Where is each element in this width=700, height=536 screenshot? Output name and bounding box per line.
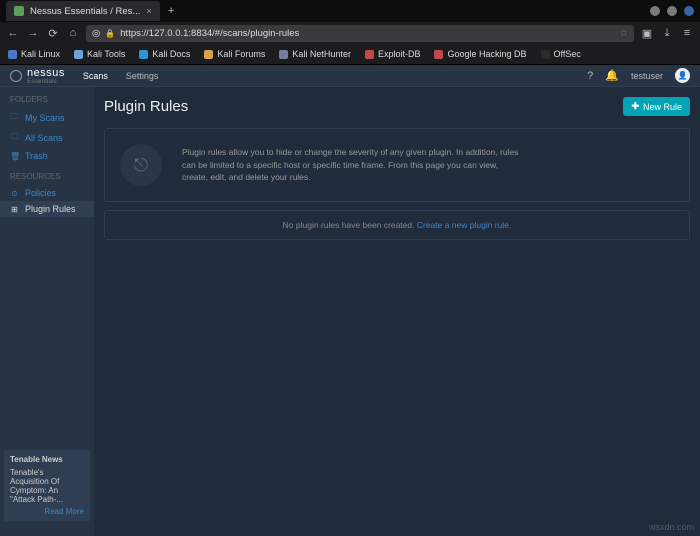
app-logo[interactable]: nessus Essentials [10,67,65,85]
lock-icon: 🔒 [105,29,115,38]
create-rule-link[interactable]: Create a new plugin rule. [417,220,512,230]
folder-icon: 🗀 [10,131,19,145]
sidebar-item-label: My Scans [25,113,65,123]
resources-heading: RESOURCES [0,164,94,185]
nav-scans[interactable]: Scans [83,71,108,81]
nav-settings[interactable]: Settings [126,71,159,81]
avatar[interactable]: 👤 [675,68,690,83]
bookmark-label: Google Hacking DB [447,49,526,59]
brand-name: nessus [27,67,65,79]
window-minimize-button[interactable] [650,6,660,16]
downloads-icon[interactable]: ⤓ [660,27,674,40]
window-controls [650,6,694,16]
bookmark-item[interactable]: Kali Tools [74,49,125,59]
sidebar-resource-item[interactable]: ⊞ Plugin Rules [0,201,94,217]
url-bar[interactable]: ◎ 🔒 https://127.0.0.1:8834/#/scans/plugi… [86,25,634,42]
sidebar-folder-item[interactable]: 🗀 All Scans [0,128,94,148]
forward-button[interactable]: → [26,27,40,39]
sidebar-resource-item[interactable]: ⊙ Policies [0,185,94,201]
resource-icon: ⊙ [10,189,19,198]
bookmark-label: Kali Forums [217,49,265,59]
news-read-more[interactable]: Read More [10,507,84,516]
window-maximize-button[interactable] [667,6,677,16]
sidebar-item-label: Policies [25,188,56,198]
bookmark-item[interactable]: Kali Docs [139,49,190,59]
new-rule-button[interactable]: ✚ New Rule [623,97,690,116]
bookmark-icon [204,50,213,59]
logo-mark-icon [10,70,22,82]
url-text: https://127.0.0.1:8834/#/scans/plugin-ru… [120,28,299,39]
home-button[interactable]: ⌂ [66,27,80,39]
bookmark-label: OffSec [554,49,581,59]
back-button[interactable]: ← [6,27,20,39]
info-box: ⎋ Plugin rules allow you to hide or chan… [104,128,690,202]
notifications-icon[interactable]: 🔔 [605,69,619,82]
shield-icon: ◎ [92,28,100,39]
bookmark-icon [541,50,550,59]
folder-icon: 🗑 [10,152,19,161]
tab-close-icon[interactable]: × [146,6,152,17]
news-title: Tenable's Acquisition Of Cymptom: An "At… [10,468,84,504]
sidebar-folder-item[interactable]: 🗀 My Scans [0,108,94,128]
page-title: Plugin Rules [104,98,188,115]
sidebar-item-label: Plugin Rules [25,204,76,214]
bookmark-label: Kali NetHunter [292,49,351,59]
folders-heading: FOLDERS [0,87,94,108]
bookmark-label: Kali Tools [87,49,125,59]
folder-icon: 🗀 [10,111,19,125]
new-rule-label: New Rule [643,102,682,112]
brand-sub: Essentials [27,78,65,85]
bookmark-item[interactable]: Kali NetHunter [279,49,351,59]
plugin-rules-icon: ⎋ [120,144,162,186]
bookmark-icon [279,50,288,59]
sidebar-folder-item[interactable]: 🗑 Trash [0,148,94,164]
bookmark-item[interactable]: Kali Forums [204,49,265,59]
empty-text: No plugin rules have been created. [283,220,417,230]
bookmark-label: Kali Linux [21,49,60,59]
bookmark-item[interactable]: Kali Linux [8,49,60,59]
browser-titlebar: Nessus Essentials / Res... × + [0,0,700,22]
save-page-icon[interactable]: ▣ [640,27,654,40]
sidebar: FOLDERS 🗀 My Scans 🗀 All Scans 🗑 Trash RESOUR… [0,87,94,536]
sidebar-item-label: All Scans [25,133,63,143]
app-body: FOLDERS 🗀 My Scans 🗀 All Scans 🗑 Trash RESOUR… [0,87,700,536]
main-content: Plugin Rules ✚ New Rule ⎋ Plugin rules a… [94,87,700,536]
news-card: Tenable News Tenable's Acquisition Of Cy… [4,450,90,521]
bookmark-star-icon[interactable]: ☆ [619,28,628,39]
watermark: wsxdn.com [649,522,694,532]
window-close-button[interactable] [684,6,694,16]
bookmark-icon [74,50,83,59]
bookmark-icon [365,50,374,59]
resource-icon: ⊞ [10,205,19,214]
bookmark-icon [139,50,148,59]
info-text: Plugin rules allow you to hide or change… [182,146,522,184]
tab-favicon [14,6,24,16]
page-head: Plugin Rules ✚ New Rule [104,97,690,116]
menu-icon[interactable]: ≡ [680,27,694,39]
browser-tab[interactable]: Nessus Essentials / Res... × [6,1,160,21]
bookmark-item[interactable]: Google Hacking DB [434,49,526,59]
plus-icon: ✚ [631,101,639,112]
new-tab-button[interactable]: + [168,5,174,17]
bookmark-icon [8,50,17,59]
empty-state: No plugin rules have been created. Creat… [104,210,690,240]
bookmark-icon [434,50,443,59]
news-heading: Tenable News [10,455,84,464]
help-icon[interactable]: ? [587,70,593,82]
browser-toolbar: ← → ⟳ ⌂ ◎ 🔒 https://127.0.0.1:8834/#/sca… [0,22,700,44]
bookmark-label: Exploit-DB [378,49,421,59]
bookmark-item[interactable]: Exploit-DB [365,49,421,59]
sidebar-item-label: Trash [25,151,48,161]
bookmarks-bar: Kali Linux Kali Tools Kali Docs Kali Forums… [0,44,700,65]
bookmark-item[interactable]: OffSec [541,49,581,59]
tab-title: Nessus Essentials / Res... [30,6,140,17]
username[interactable]: testuser [631,71,663,81]
app-header: nessus Essentials Scans Settings ? 🔔 tes… [0,65,700,87]
bookmark-label: Kali Docs [152,49,190,59]
reload-button[interactable]: ⟳ [46,27,60,40]
